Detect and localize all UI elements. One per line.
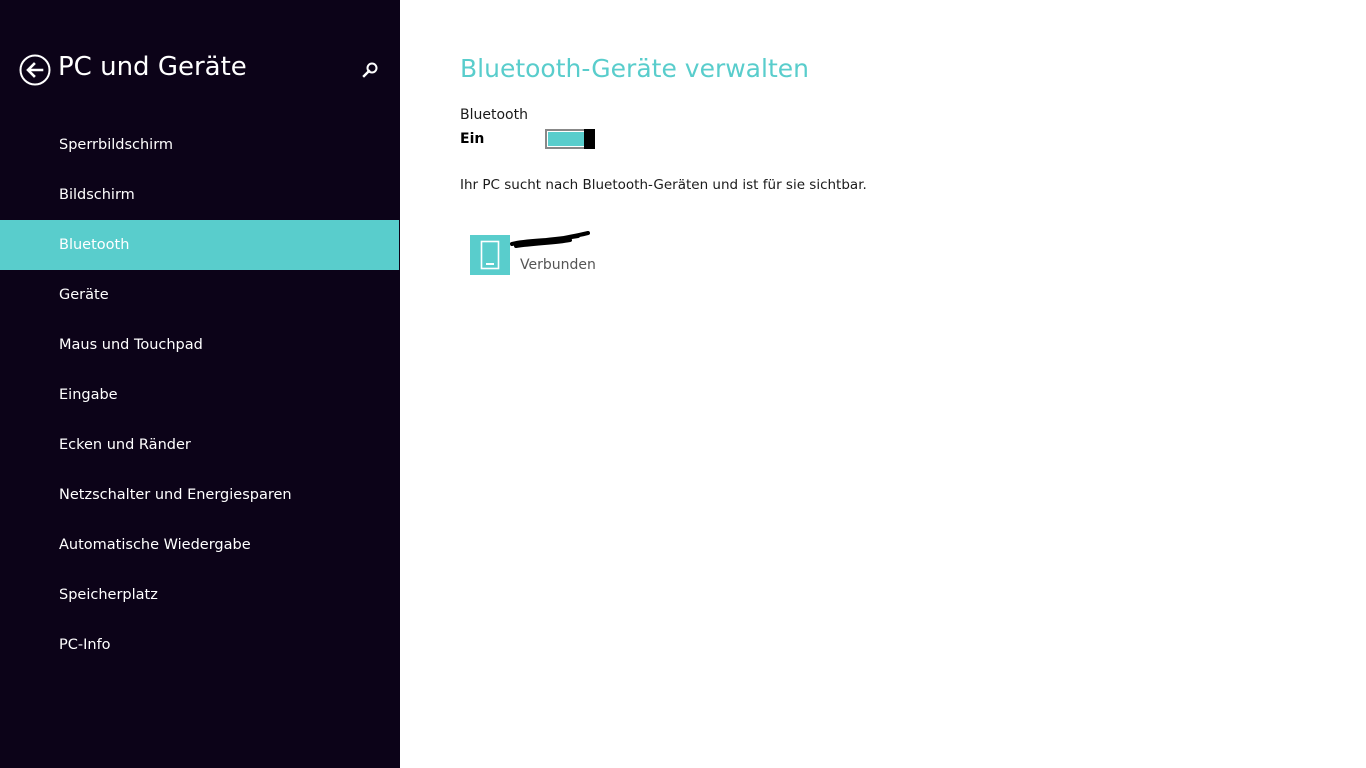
sidebar-item-label: PC-Info: [59, 637, 111, 653]
back-arrow-circle-icon: [19, 54, 51, 86]
sidebar-item-netzschalter[interactable]: Netzschalter und Energiesparen: [0, 470, 399, 520]
sidebar-item-maus-touchpad[interactable]: Maus und Touchpad: [0, 320, 399, 370]
sidebar-item-ecken-raender[interactable]: Ecken und Ränder: [0, 420, 399, 470]
discovery-status: Ihr PC sucht nach Bluetooth-Geräten und …: [460, 177, 867, 193]
sidebar-item-label: Bildschirm: [59, 187, 135, 203]
sidebar-item-label: Eingabe: [59, 387, 118, 403]
sidebar-item-label: Bluetooth: [59, 237, 130, 253]
toggle-thumb: [584, 129, 595, 149]
main-content: Bluetooth-Geräte verwalten Bluetooth Ein…: [400, 0, 1366, 768]
sidebar-item-label: Geräte: [59, 287, 109, 303]
section-title: Bluetooth-Geräte verwalten: [460, 54, 809, 83]
sidebar-item-sperrbildschirm[interactable]: Sperrbildschirm: [0, 120, 399, 170]
sidebar-item-label: Netzschalter und Energiesparen: [59, 487, 292, 503]
sidebar-header: PC und Geräte: [0, 0, 400, 120]
sidebar-item-label: Maus und Touchpad: [59, 337, 203, 353]
bluetooth-state: Ein: [460, 131, 485, 147]
sidebar-item-bluetooth[interactable]: Bluetooth: [0, 220, 399, 270]
device-tile: [470, 235, 510, 275]
sidebar-item-bildschirm[interactable]: Bildschirm: [0, 170, 399, 220]
back-button[interactable]: [19, 54, 51, 86]
page-title: PC und Geräte: [58, 52, 247, 82]
redaction-scribble: [510, 231, 590, 248]
sidebar-item-label: Automatische Wiedergabe: [59, 537, 251, 553]
sidebar-item-automatische-wiedergabe[interactable]: Automatische Wiedergabe: [0, 520, 399, 570]
sidebar-item-eingabe[interactable]: Eingabe: [0, 370, 399, 420]
nav-list: Sperrbildschirm Bildschirm Bluetooth Ger…: [0, 120, 399, 670]
sidebar: PC und Geräte Sperrbildschirm Bildschirm…: [0, 0, 400, 768]
toggle-fill: [548, 132, 585, 146]
sidebar-item-pc-info[interactable]: PC-Info: [0, 620, 399, 670]
sidebar-item-label: Speicherplatz: [59, 587, 158, 603]
sidebar-item-speicherplatz[interactable]: Speicherplatz: [0, 570, 399, 620]
phone-icon: [480, 240, 500, 270]
sidebar-item-label: Ecken und Ränder: [59, 437, 191, 453]
search-icon: [362, 62, 378, 78]
bluetooth-toggle[interactable]: [545, 129, 595, 149]
search-button[interactable]: [360, 60, 380, 80]
sidebar-item-label: Sperrbildschirm: [59, 137, 174, 153]
sidebar-item-geraete[interactable]: Geräte: [0, 270, 399, 320]
device-status: Verbunden: [520, 257, 596, 273]
bluetooth-label: Bluetooth: [460, 107, 528, 123]
device-item[interactable]: Verbunden: [470, 230, 670, 280]
